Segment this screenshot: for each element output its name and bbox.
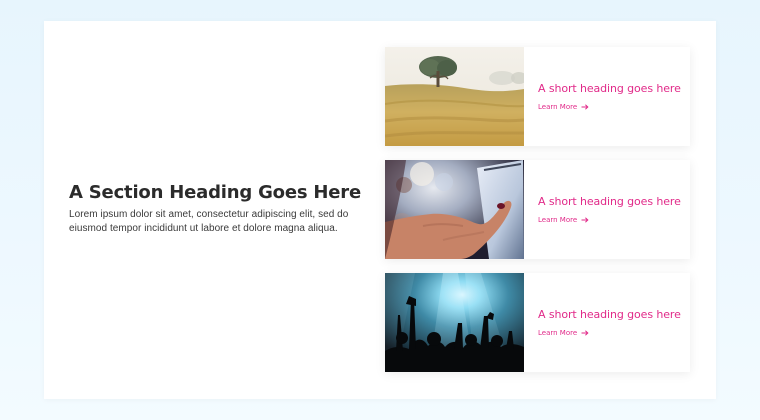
learn-more-label: Learn More	[538, 329, 578, 337]
arrow-right-icon	[581, 216, 589, 224]
feature-card: A short heading goes here Learn More	[385, 160, 690, 259]
section-intro: A Section Heading Goes Here Lorem ipsum …	[69, 182, 369, 236]
card-heading: A short heading goes here	[538, 195, 681, 208]
tablet-hand-image	[385, 160, 524, 259]
card-heading: A short heading goes here	[538, 308, 681, 321]
concert-crowd-image	[385, 273, 524, 372]
card-content: A short heading goes here Learn More	[538, 195, 683, 227]
card-content: A short heading goes here Learn More	[538, 82, 683, 114]
card-content: A short heading goes here Learn More	[538, 308, 683, 340]
feature-card: A short heading goes here Learn More	[385, 273, 690, 372]
learn-more-link[interactable]: Learn More	[538, 102, 589, 112]
tablet-hand-image	[385, 160, 524, 259]
field-tree-image	[385, 47, 524, 146]
learn-more-label: Learn More	[538, 216, 578, 224]
card-heading: A short heading goes here	[538, 82, 681, 95]
learn-more-link[interactable]: Learn More	[538, 328, 589, 338]
feature-card: A short heading goes here Learn More	[385, 47, 690, 146]
arrow-right-icon	[581, 103, 589, 111]
concert-crowd-image	[385, 273, 524, 372]
section-heading: A Section Heading Goes Here	[69, 182, 361, 203]
field-tree-image	[385, 47, 524, 146]
learn-more-label: Learn More	[538, 103, 578, 111]
arrow-right-icon	[581, 329, 589, 337]
section-body: Lorem ipsum dolor sit amet, consectetur …	[69, 209, 349, 234]
learn-more-link[interactable]: Learn More	[538, 215, 589, 225]
